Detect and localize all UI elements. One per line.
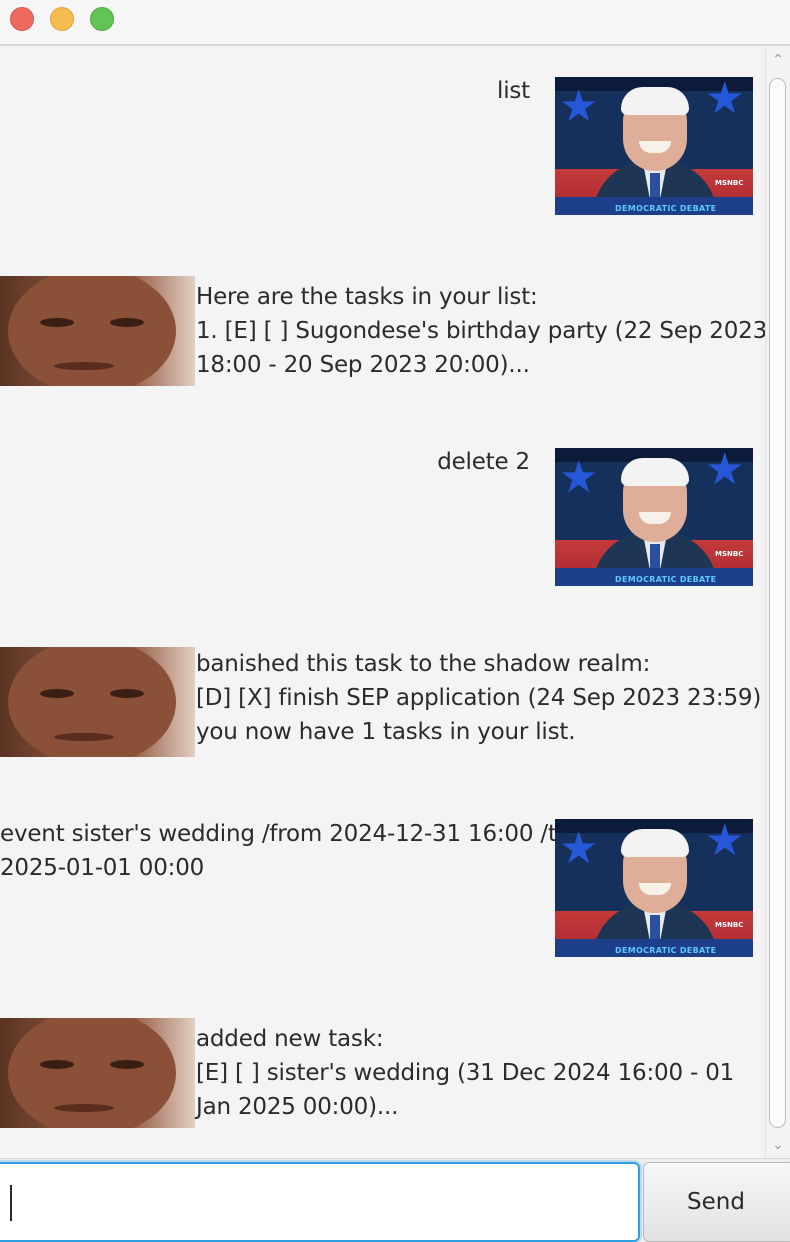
scrollbar-thumb[interactable] [769, 78, 786, 1128]
maximize-window-button[interactable] [90, 7, 114, 31]
dialog-container[interactable]: list ★ ★ DEMOCRATIC DEBATE MSNBC Here ar… [0, 48, 765, 1158]
message-line: 18:00 - 20 Sep 2023 20:00)... [196, 352, 530, 378]
message-line: event sister's wedding /from 2024-12-31 … [0, 821, 571, 847]
close-window-button[interactable] [10, 7, 34, 31]
message-line: delete 2 [437, 449, 530, 475]
user-message: delete 2 [437, 445, 530, 479]
message-line: list [497, 78, 530, 104]
bot-portrait-icon [0, 647, 195, 757]
message-line: 1. [E] [ ] Sugondese's birthday party (2… [196, 318, 765, 344]
scroll-up-arrow-icon[interactable]: ⌃ [771, 53, 785, 67]
user-portrait-icon: ★ ★ DEMOCRATIC DEBATE MSNBC [555, 77, 753, 215]
text-caret [10, 1185, 12, 1221]
user-message: list [497, 74, 530, 108]
message-line: 2025-01-01 00:00 [0, 855, 205, 881]
message-line: Here are the tasks in your list: [196, 284, 538, 310]
user-portrait-icon: ★ ★ DEMOCRATIC DEBATE MSNBC [555, 819, 753, 957]
message-line: Jan 2025 00:00)... [196, 1094, 399, 1120]
bot-portrait-icon [0, 276, 195, 386]
send-button[interactable]: Send [643, 1162, 790, 1242]
corner-label: MSNBC [715, 550, 744, 558]
bot-message: added new task: [E] [ ] sister's wedding… [196, 1022, 734, 1124]
user-input-field[interactable] [0, 1162, 640, 1242]
message-line: [D] [X] finish SEP application (24 Sep 2… [196, 685, 762, 711]
bot-message: Here are the tasks in your list: 1. [E] … [196, 280, 765, 382]
user-message: event sister's wedding /from 2024-12-31 … [0, 817, 571, 885]
message-line: you now have 1 tasks in your list. [196, 719, 576, 745]
bot-portrait-icon [0, 1018, 195, 1128]
corner-label: MSNBC [715, 921, 744, 929]
banner-label: DEMOCRATIC DEBATE [615, 946, 717, 955]
message-line: added new task: [196, 1026, 384, 1052]
title-bar [0, 0, 790, 46]
corner-label: MSNBC [715, 179, 744, 187]
vertical-scrollbar[interactable]: ⌃ ⌄ [765, 48, 790, 1158]
banner-label: DEMOCRATIC DEBATE [615, 575, 717, 584]
message-line: banished this task to the shadow realm: [196, 651, 651, 677]
scroll-down-arrow-icon[interactable]: ⌄ [771, 1138, 785, 1152]
message-line: [E] [ ] sister's wedding (31 Dec 2024 16… [196, 1060, 735, 1086]
minimize-window-button[interactable] [50, 7, 74, 31]
bot-message: banished this task to the shadow realm: … [196, 647, 761, 749]
banner-label: DEMOCRATIC DEBATE [615, 204, 717, 213]
user-portrait-icon: ★ ★ DEMOCRATIC DEBATE MSNBC [555, 448, 753, 586]
